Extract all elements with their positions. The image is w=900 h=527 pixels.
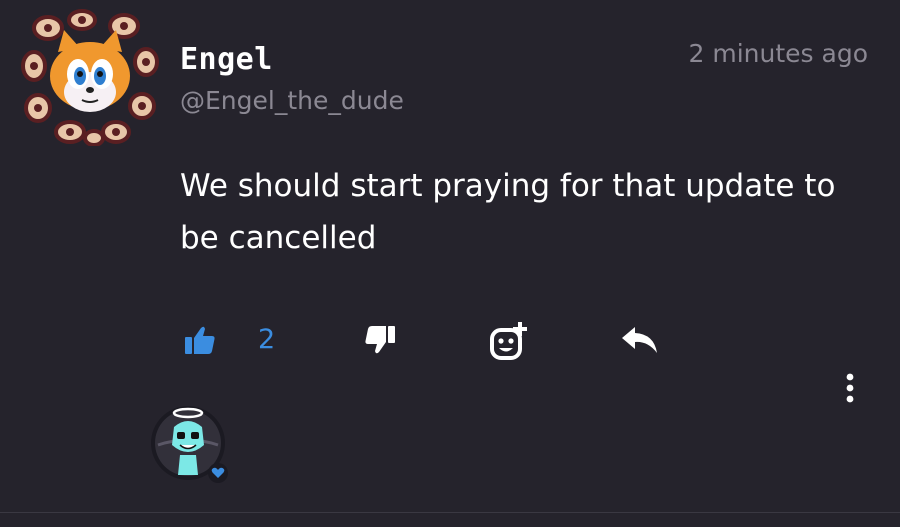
reply-button[interactable] xyxy=(618,320,662,360)
comment-timestamp: 2 minutes ago xyxy=(688,39,868,68)
reactor-avatar[interactable] xyxy=(150,405,230,485)
heart-icon xyxy=(208,463,228,483)
fox-avatar-icon xyxy=(21,9,159,147)
thumbs-down-icon xyxy=(365,326,395,354)
reply-icon xyxy=(622,327,657,353)
like-count: 2 xyxy=(258,324,276,355)
thumbs-up-icon xyxy=(185,326,215,354)
author-avatar[interactable] xyxy=(20,8,160,147)
more-options-button[interactable] xyxy=(836,368,864,408)
add-reaction-button[interactable] xyxy=(486,318,532,364)
more-vertical-icon xyxy=(846,373,854,403)
like-button[interactable] xyxy=(180,320,220,360)
add-reaction-icon xyxy=(490,322,527,360)
comment-card: Engel @Engel_the_dude 2 minutes ago We s… xyxy=(0,0,900,527)
author-handle[interactable]: @Engel_the_dude xyxy=(180,84,404,118)
dislike-button[interactable] xyxy=(360,320,400,360)
author-name[interactable]: Engel xyxy=(180,40,273,80)
comment-body: We should start praying for that update … xyxy=(180,168,836,256)
divider xyxy=(0,512,900,513)
